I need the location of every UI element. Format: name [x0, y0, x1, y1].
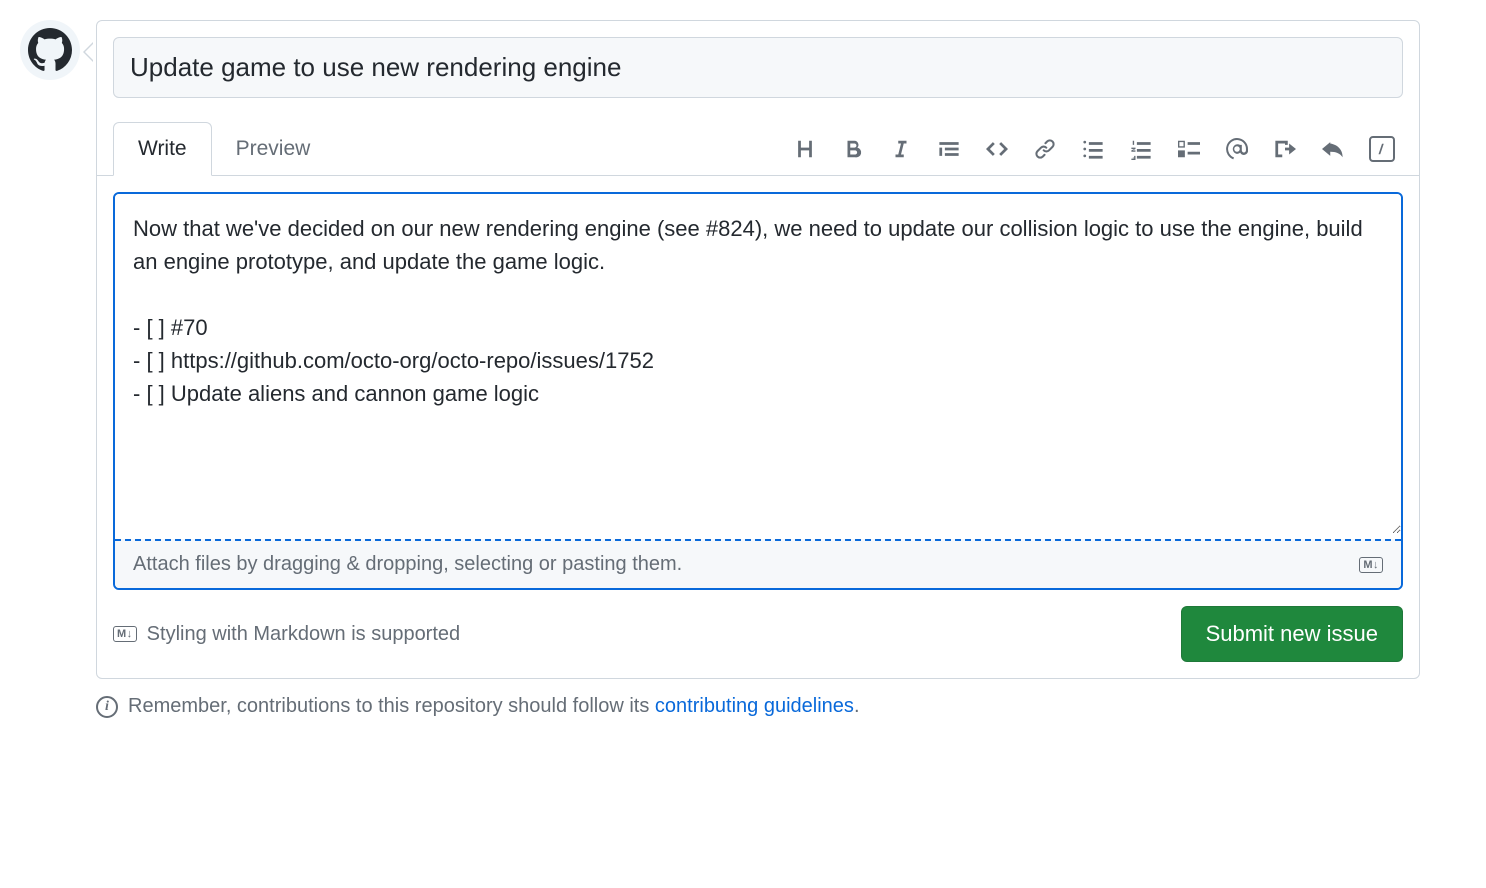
- tab-preview[interactable]: Preview: [212, 122, 335, 175]
- heading-icon[interactable]: [793, 137, 817, 161]
- mention-icon[interactable]: [1225, 137, 1249, 161]
- contributing-guidelines-link[interactable]: contributing guidelines: [655, 695, 854, 717]
- guidelines-prefix: Remember, contributions to this reposito…: [128, 695, 655, 717]
- attach-hint-text: Attach files by dragging & dropping, sel…: [133, 553, 682, 576]
- markdown-badge-icon: M↓: [1359, 557, 1383, 573]
- guidelines-suffix: .: [854, 695, 860, 717]
- tab-write[interactable]: Write: [113, 122, 212, 176]
- link-icon[interactable]: [1033, 137, 1057, 161]
- reply-icon[interactable]: [1321, 137, 1345, 161]
- task-list-icon[interactable]: [1177, 137, 1201, 161]
- bold-icon[interactable]: [841, 137, 865, 161]
- issue-form: Write Preview: [96, 20, 1420, 679]
- attach-files-bar[interactable]: Attach files by dragging & dropping, sel…: [115, 539, 1401, 588]
- ordered-list-icon[interactable]: [1129, 137, 1153, 161]
- issue-body-textarea[interactable]: [115, 194, 1401, 534]
- slash-commands-icon[interactable]: [1369, 136, 1395, 162]
- issue-title-input[interactable]: [113, 37, 1403, 98]
- markdown-support-link[interactable]: M↓ Styling with Markdown is supported: [113, 623, 460, 646]
- tabs-toolbar-row: Write Preview: [97, 122, 1419, 176]
- contributing-guidelines-notice: i Remember, contributions to this reposi…: [96, 695, 1420, 718]
- cross-reference-icon[interactable]: [1273, 137, 1297, 161]
- speech-arrow: [83, 42, 93, 62]
- italic-icon[interactable]: [889, 137, 913, 161]
- user-avatar[interactable]: [20, 20, 80, 80]
- unordered-list-icon[interactable]: [1081, 137, 1105, 161]
- code-icon[interactable]: [985, 137, 1009, 161]
- submit-new-issue-button[interactable]: Submit new issue: [1181, 606, 1403, 662]
- markdown-toolbar: [793, 136, 1403, 162]
- comment-editor: Attach files by dragging & dropping, sel…: [113, 192, 1403, 590]
- editor-tabs: Write Preview: [113, 122, 334, 175]
- markdown-badge-icon: M↓: [113, 626, 137, 642]
- form-footer: M↓ Styling with Markdown is supported Su…: [97, 606, 1419, 678]
- markdown-support-text: Styling with Markdown is supported: [147, 623, 460, 646]
- info-icon: i: [96, 696, 118, 718]
- octocat-icon: [28, 28, 72, 72]
- quote-icon[interactable]: [937, 137, 961, 161]
